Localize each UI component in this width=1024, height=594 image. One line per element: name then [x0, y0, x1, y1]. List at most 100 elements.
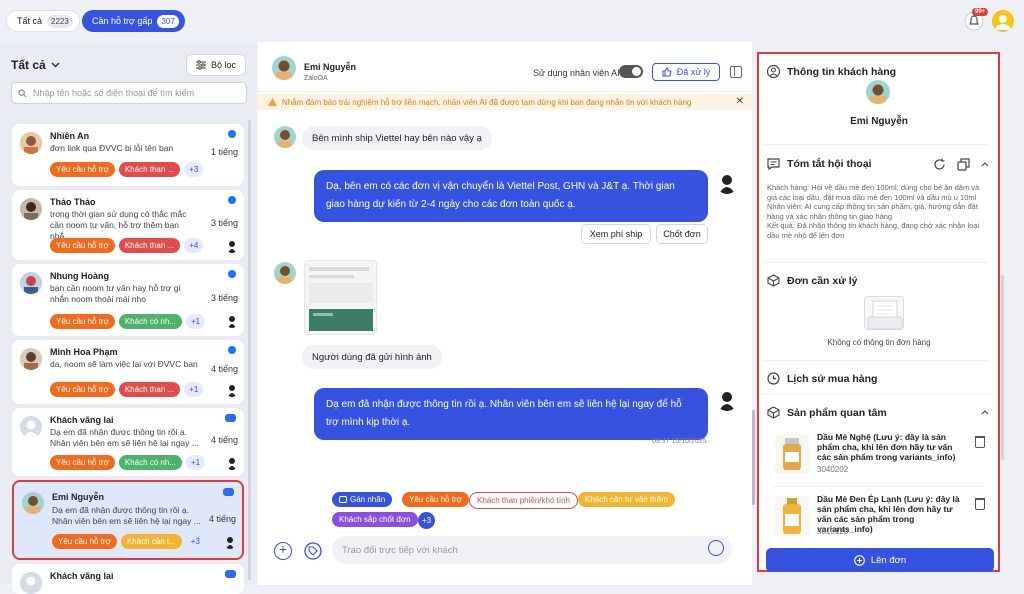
- conversation-item[interactable]: Thảo Thảo trong thời gian sử dụng có thắ…: [12, 190, 244, 260]
- conversation-tag[interactable]: Khách sắp chốt đơn: [332, 512, 418, 527]
- facebook-icon: [228, 270, 236, 278]
- tab-all-count: 2223: [47, 14, 73, 28]
- tag-icon: [339, 496, 347, 503]
- summary-header[interactable]: Tóm tắt hội thoại: [767, 158, 987, 170]
- divider: [763, 144, 989, 145]
- conversation-tag[interactable]: Yêu cầu hỗ trợ: [402, 492, 469, 507]
- product-item[interactable]: Dầu Mè Đen Ép Lạnh (Lưu ý: đây là sản ph…: [765, 490, 993, 548]
- filter-button[interactable]: Bộ lọc: [186, 54, 246, 76]
- notification-bell-icon[interactable]: 99+: [964, 8, 989, 31]
- avatar: [20, 416, 42, 438]
- divider: [773, 486, 983, 487]
- message-incoming: Người dùng đã gửi hình ảnh: [302, 345, 442, 369]
- tag[interactable]: Khách than ...: [118, 162, 181, 177]
- conversation-tags: Yêu cầu hỗ trợ Khách than ... +4: [50, 238, 204, 253]
- tag[interactable]: Yêu cầu hỗ trợ: [50, 382, 115, 397]
- tag[interactable]: Khách cần t...: [120, 534, 182, 549]
- chat-header: Emi Nguyễn ZaloOA Sử dụng nhân viên AI Đ…: [258, 42, 752, 92]
- interested-products-header[interactable]: Sản phẩm quan tâm: [767, 406, 987, 419]
- tag[interactable]: Khách than ...: [118, 238, 181, 253]
- customer-info-title: Thông tin khách hàng: [787, 65, 897, 78]
- avatar: [272, 56, 296, 80]
- tag[interactable]: Yêu cầu hỗ trợ: [52, 534, 117, 549]
- tag[interactable]: Khách có nh...: [118, 455, 182, 470]
- quick-reply-button[interactable]: Chốt đơn: [656, 224, 708, 244]
- more-tags-count[interactable]: +1: [184, 382, 204, 397]
- product-image: [775, 434, 809, 474]
- interested-products-title: Sản phẩm quan tâm: [787, 406, 887, 419]
- emoji-icon[interactable]: [708, 540, 724, 556]
- avatar: [20, 132, 42, 154]
- conversation-item[interactable]: Minh Hoa Phạm da, noom sẽ làm việc lại v…: [12, 340, 244, 404]
- agent-avatar: [226, 239, 238, 253]
- conversation-preview: da, noom sẽ làm việc lại với ĐVVC ban: [50, 359, 198, 369]
- attached-image[interactable]: [304, 260, 377, 335]
- conversation-name: Nhung Hoàng: [50, 271, 109, 281]
- sidebar-title[interactable]: Tất cả: [11, 58, 60, 72]
- tag[interactable]: Yêu cầu hỗ trợ: [50, 238, 115, 253]
- chat-scrollbar[interactable]: [752, 410, 755, 505]
- sidebar-scrollbar[interactable]: [248, 120, 251, 580]
- conversation-item[interactable]: Nhung Hoàng bạn cần noom tư vấn hay hỗ t…: [12, 264, 244, 336]
- tag[interactable]: Yêu cầu hỗ trợ: [50, 455, 115, 470]
- close-icon[interactable]: ✕: [736, 96, 744, 107]
- conversation-tag[interactable]: Khách than phiền/khó tính: [469, 492, 578, 509]
- product-code: 3040202: [817, 465, 849, 474]
- chevron-up-icon[interactable]: [981, 161, 989, 167]
- tab-all[interactable]: Tất cả 2223: [6, 10, 80, 32]
- product-item[interactable]: Dầu Mè Nghệ (Lưu ý: đây là sản phẩm cha,…: [765, 428, 993, 486]
- conversation-item[interactable]: Nhiên An đơn link qua ĐVVC bị lỗi tên bạ…: [12, 124, 244, 186]
- avatar: [20, 272, 42, 294]
- create-order-button[interactable]: Lên đơn: [766, 548, 994, 572]
- tag[interactable]: Yêu cầu hỗ trợ: [50, 162, 115, 177]
- chevron-up-icon[interactable]: [981, 409, 989, 415]
- purchase-history-header[interactable]: Lịch sử mua hàng: [767, 372, 987, 385]
- conversation-item[interactable]: Khách vãng lai: [12, 564, 244, 594]
- more-tags-count[interactable]: +1: [186, 455, 206, 470]
- add-attachment-button[interactable]: +: [274, 542, 292, 560]
- quick-reply-button[interactable]: Xem phí ship: [581, 224, 651, 244]
- divider: [763, 360, 989, 361]
- trash-icon[interactable]: [975, 498, 985, 510]
- message-timestamp: 09:37 15/10/2025: [652, 438, 707, 445]
- tag[interactable]: Khách than ...: [118, 382, 181, 397]
- tab-urgent-label: Cần hỗ trợ gấp: [92, 16, 153, 26]
- assign-tag-button[interactable]: Gán nhãn: [332, 492, 393, 507]
- toggle-panel-icon[interactable]: [730, 66, 742, 78]
- message-input[interactable]: Trao đổi trực tiếp với khách: [332, 536, 732, 564]
- conversation-tags: Yêu cầu hỗ trợ Khách có nh... +1: [50, 455, 206, 470]
- panel-scrollbar[interactable]: [1001, 275, 1004, 460]
- trash-icon[interactable]: [975, 436, 985, 448]
- tag-icon[interactable]: [304, 542, 322, 560]
- chat-customer-name: Emi Nguyễn: [304, 62, 357, 72]
- divider: [763, 394, 989, 395]
- more-tags-count[interactable]: +3: [186, 534, 205, 549]
- tag[interactable]: Yêu cầu hỗ trợ: [50, 314, 115, 329]
- customer-info-header: Thông tin khách hàng: [767, 65, 987, 78]
- message-outgoing: Dạ, bên em có các đơn vị vận chuyển là V…: [314, 170, 708, 222]
- tab-urgent[interactable]: Cần hỗ trợ gấp 307: [82, 10, 185, 32]
- more-tags-count[interactable]: +3: [184, 162, 204, 177]
- more-tags-count[interactable]: +1: [186, 314, 206, 329]
- ai-toggle-label: Sử dụng nhân viên AI: [533, 68, 620, 78]
- tag[interactable]: Khách có nh...: [118, 314, 182, 329]
- assign-tag-label: Gán nhãn: [350, 495, 386, 504]
- sidebar-title-label: Tất cả: [11, 58, 46, 72]
- message-outgoing: Dạ em đã nhận được thông tin rồi ạ. Nhân…: [314, 388, 708, 440]
- conversation-item-selected[interactable]: Emi Nguyễn Dạ em đã nhận được thông tin …: [12, 480, 244, 560]
- more-tags-count[interactable]: +3: [418, 512, 435, 529]
- package-icon: [767, 274, 780, 287]
- ai-toggle[interactable]: [619, 65, 643, 78]
- summary-title: Tóm tắt hội thoại: [787, 158, 872, 170]
- avatar: [274, 126, 296, 148]
- conversation-tags: Yêu cầu hỗ trợ Khách than ... +1: [50, 382, 204, 397]
- conversation-item[interactable]: Khách vãng lai Dạ em đã nhận được thông …: [12, 408, 244, 476]
- conversation-tag[interactable]: Khách cần tư vấn thêm: [578, 492, 675, 507]
- refresh-icon[interactable]: [933, 158, 946, 171]
- user-avatar[interactable]: [992, 10, 1014, 32]
- search-input[interactable]: Nhập tên hoặc số điện thoại để tìm kiếm: [11, 82, 247, 104]
- more-tags-count[interactable]: +4: [184, 238, 204, 253]
- filter-icon: [195, 60, 206, 70]
- mark-done-button[interactable]: Đã xử lý: [652, 63, 720, 81]
- copy-icon[interactable]: [957, 158, 970, 171]
